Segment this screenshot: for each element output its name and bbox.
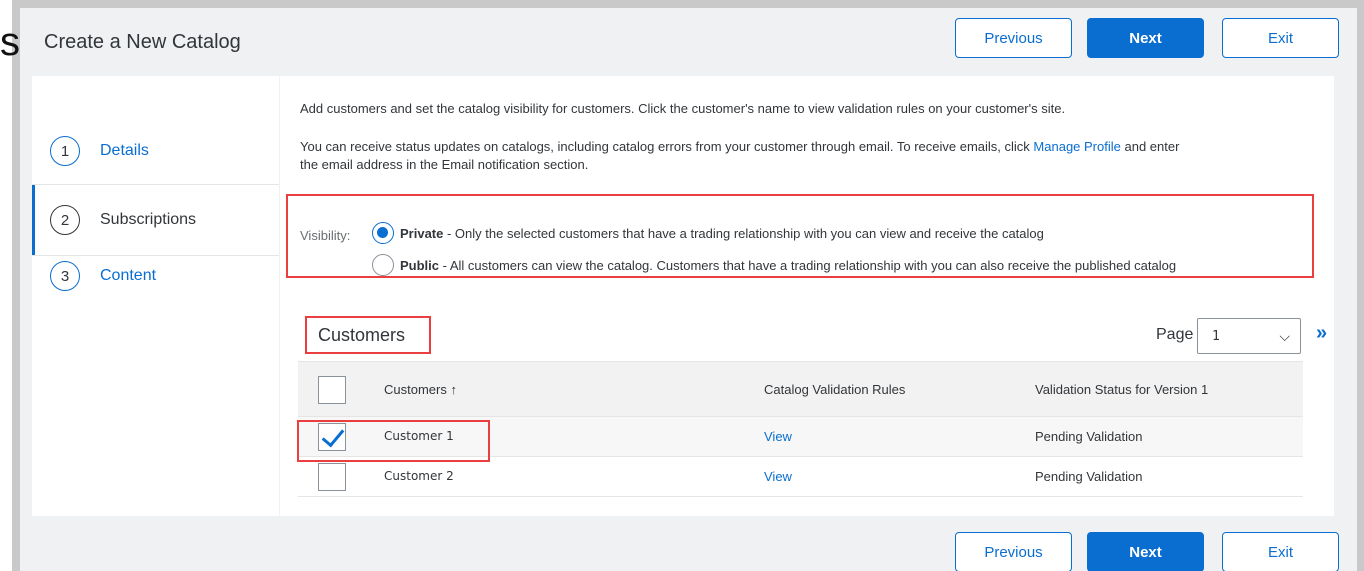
public-option-desc: - All customers can view the catalog. Cu… — [439, 258, 1177, 273]
step-number-circle: 2 — [50, 205, 80, 235]
chevron-down-icon: ⌵ — [1279, 328, 1290, 344]
private-radio[interactable] — [372, 222, 394, 244]
exit-button-bottom[interactable]: Exit — [1222, 532, 1339, 571]
column-header-validation-status: Validation Status for Version 1 — [1035, 382, 1209, 397]
step-details[interactable]: 1 Details — [32, 116, 279, 186]
public-radio[interactable] — [372, 254, 394, 276]
previous-button-bottom[interactable]: Previous — [955, 532, 1072, 571]
footer-bar: Previous Next Exit — [20, 516, 1357, 571]
page-select[interactable]: 1 ⌵ — [1197, 318, 1301, 354]
step-label: Subscriptions — [100, 211, 197, 228]
steps-panel: 1 Details 2 Subscriptions 3 Content — [32, 76, 279, 516]
create-catalog-window: Create a New Catalog Previous Next Exit … — [20, 8, 1357, 571]
validation-status: Pending Validation — [1035, 469, 1143, 484]
email-info-suffix: and enter — [1120, 139, 1180, 154]
table-row[interactable]: Customer 2 View Pending Validation — [298, 457, 1303, 497]
email-info-prefix: You can receive status updates on catalo… — [300, 139, 1034, 154]
row-checkbox[interactable] — [318, 463, 346, 491]
next-button[interactable]: Next — [1087, 18, 1204, 58]
customer1-highlight — [297, 420, 490, 462]
step-number-circle: 1 — [50, 136, 80, 166]
view-rules-link[interactable]: View — [764, 469, 792, 484]
public-option-text: Public - All customers can view the cata… — [400, 258, 1176, 273]
next-button-bottom[interactable]: Next — [1087, 532, 1204, 571]
manage-profile-link[interactable]: Manage Profile — [1033, 139, 1120, 154]
select-all-checkbox[interactable] — [318, 376, 346, 404]
subscriptions-panel: Add customers and set the catalog visibi… — [280, 76, 1334, 516]
public-option-title: Public — [400, 258, 440, 273]
validation-status: Pending Validation — [1035, 429, 1143, 444]
email-info-text: You can receive status updates on catalo… — [300, 138, 1179, 156]
double-chevron-right-icon[interactable]: » — [1316, 322, 1327, 345]
page-select-value: 1 — [1212, 329, 1220, 344]
email-info-text-line2: the email address in the Email notificat… — [300, 157, 589, 172]
step-subscriptions[interactable]: 2 Subscriptions — [32, 185, 279, 255]
step-number-circle: 3 — [50, 261, 80, 291]
view-rules-link[interactable]: View — [764, 429, 792, 444]
intro-text: Add customers and set the catalog visibi… — [300, 101, 1066, 116]
column-header-validation-rules: Catalog Validation Rules — [764, 382, 906, 397]
page-title: Create a New Catalog — [44, 31, 241, 53]
step-label: Content — [100, 267, 157, 284]
step-label: Details — [100, 142, 149, 159]
customer-name[interactable]: Customer 2 — [384, 469, 454, 483]
private-option-text: Private - Only the selected customers th… — [400, 226, 1044, 241]
page-label: Page — [1156, 326, 1194, 343]
exit-button[interactable]: Exit — [1222, 18, 1339, 58]
previous-button[interactable]: Previous — [955, 18, 1072, 58]
cropped-text: s — [0, 20, 20, 64]
customers-table-header: Customers ↑ Catalog Validation Rules Val… — [298, 361, 1303, 417]
private-option-desc: - Only the selected customers that have … — [443, 226, 1044, 241]
private-option-title: Private — [400, 226, 444, 241]
header-bar: Create a New Catalog Previous Next Exit — [20, 8, 1357, 74]
visibility-label: Visibility: — [300, 228, 351, 243]
step-content[interactable]: 3 Content — [32, 256, 279, 326]
column-header-customers[interactable]: Customers ↑ — [384, 382, 457, 397]
customers-heading: Customers — [318, 325, 406, 345]
